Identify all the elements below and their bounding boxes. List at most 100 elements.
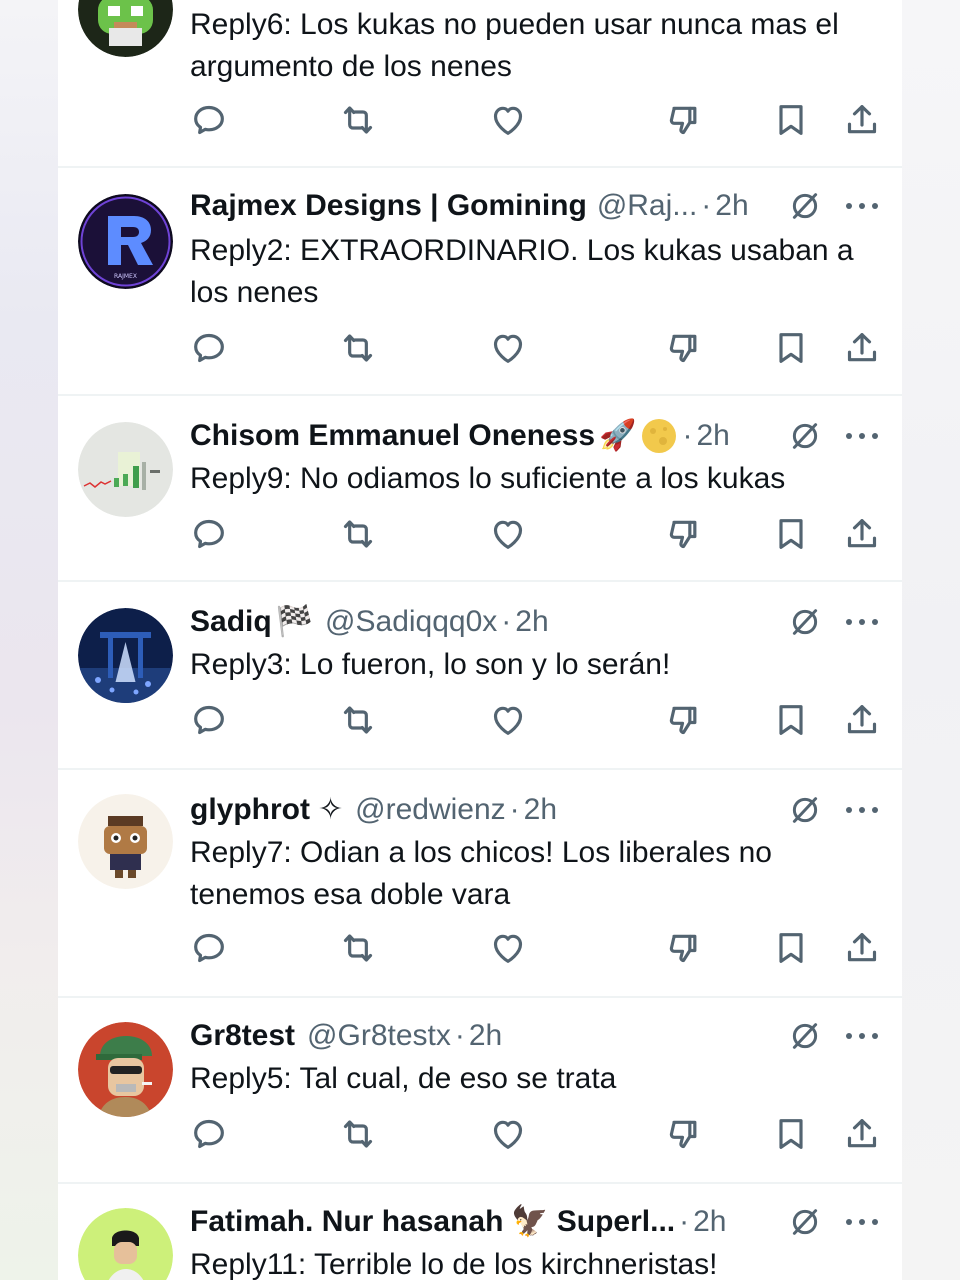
share-icon[interactable] bbox=[842, 514, 882, 554]
downvote-icon[interactable] bbox=[664, 700, 704, 740]
timestamp[interactable]: 2h bbox=[696, 416, 729, 456]
author-handle[interactable]: @redwienz bbox=[355, 790, 506, 830]
timestamp[interactable]: 2h bbox=[693, 1202, 726, 1242]
reply-header: Rajmex Designs | Gomining @Raj... · 2h bbox=[190, 186, 880, 226]
separator-dot: · bbox=[682, 419, 693, 452]
retweet-icon[interactable] bbox=[338, 328, 378, 368]
reply-item[interactable]: glyphrot ✧ @redwienz · 2h Reply7: Odian … bbox=[58, 770, 902, 998]
avatar[interactable] bbox=[78, 1208, 173, 1280]
downvote-icon[interactable] bbox=[664, 328, 704, 368]
downvote-icon[interactable] bbox=[664, 1114, 704, 1154]
reply-header: Fatimah. Nur hasanah 🦅 Superl... · 2h bbox=[190, 1202, 880, 1242]
author-handle[interactable]: Superl... bbox=[557, 1202, 675, 1242]
bookmark-icon[interactable] bbox=[771, 100, 811, 140]
avatar[interactable] bbox=[78, 422, 173, 517]
retweet-icon[interactable] bbox=[338, 928, 378, 968]
reply-actions bbox=[58, 1114, 902, 1154]
reply-item[interactable]: Fatimah. Nur hasanah 🦅 Superl... · 2h Re… bbox=[58, 1184, 902, 1280]
reply-actions bbox=[58, 514, 902, 554]
author-handle[interactable]: @Raj... bbox=[597, 186, 697, 226]
reply-text: Reply2: EXTRAORDINARIO. Los kukas usaban… bbox=[190, 234, 854, 309]
rocket-emoji: 🚀 bbox=[599, 419, 637, 452]
grok-icon[interactable] bbox=[788, 605, 822, 639]
reply-header: Sadiq 🏁 @Sadiqqq0x · 2h bbox=[190, 602, 880, 642]
separator-dot: · bbox=[509, 793, 520, 826]
like-icon[interactable] bbox=[488, 328, 528, 368]
reply-item[interactable]: Sadiq 🏁 @Sadiqqq0x · 2h Reply3: Lo fuero… bbox=[58, 582, 902, 770]
bookmark-icon[interactable] bbox=[771, 928, 811, 968]
more-icon[interactable] bbox=[844, 431, 880, 441]
chequered-flag-emoji: 🏁 bbox=[275, 605, 314, 638]
grok-icon[interactable] bbox=[788, 189, 822, 223]
like-icon[interactable] bbox=[488, 514, 528, 554]
retweet-icon[interactable] bbox=[338, 514, 378, 554]
share-icon[interactable] bbox=[842, 1114, 882, 1154]
timestamp[interactable]: 2h bbox=[715, 186, 748, 226]
more-icon[interactable] bbox=[844, 1217, 880, 1227]
more-icon[interactable] bbox=[844, 201, 880, 211]
reply-text: Reply3: Lo fueron, lo son y lo serán! bbox=[190, 648, 671, 681]
author-name[interactable]: Chisom Emmanuel Oneness bbox=[190, 416, 595, 456]
svg-text:RAJMEX: RAJMEX bbox=[114, 273, 137, 280]
reply-item[interactable]: Gr8test @Gr8testx · 2h Reply5: Tal cual,… bbox=[58, 998, 902, 1184]
page-background-right bbox=[902, 0, 960, 1280]
avatar[interactable] bbox=[78, 0, 173, 57]
reply-icon[interactable] bbox=[189, 100, 229, 140]
more-icon[interactable] bbox=[844, 617, 880, 627]
separator-dot: · bbox=[679, 1205, 690, 1238]
avatar[interactable] bbox=[78, 608, 173, 703]
separator-dot: · bbox=[701, 189, 712, 222]
retweet-icon[interactable] bbox=[338, 1114, 378, 1154]
reply-icon[interactable] bbox=[189, 928, 229, 968]
reply-icon[interactable] bbox=[189, 514, 229, 554]
avatar[interactable] bbox=[78, 794, 173, 889]
bookmark-icon[interactable] bbox=[771, 514, 811, 554]
share-icon[interactable] bbox=[842, 328, 882, 368]
author-name[interactable]: Sadiq bbox=[190, 602, 272, 642]
reply-item[interactable]: Chisom Emmanuel Oneness 🚀 · 2h Reply9: N… bbox=[58, 396, 902, 582]
share-icon[interactable] bbox=[842, 928, 882, 968]
sparkle-emoji: ✧ bbox=[318, 793, 344, 826]
reply-text: Reply5: Tal cual, de eso se trata bbox=[190, 1062, 617, 1095]
author-name[interactable]: Fatimah. Nur hasanah bbox=[190, 1202, 503, 1242]
avatar[interactable]: RAJMEX bbox=[78, 194, 173, 289]
bookmark-icon[interactable] bbox=[771, 1114, 811, 1154]
author-handle[interactable]: @Sadiqqq0x bbox=[325, 602, 497, 642]
downvote-icon[interactable] bbox=[664, 100, 704, 140]
share-icon[interactable] bbox=[842, 700, 882, 740]
downvote-icon[interactable] bbox=[664, 514, 704, 554]
grok-icon[interactable] bbox=[788, 419, 822, 453]
like-icon[interactable] bbox=[488, 100, 528, 140]
retweet-icon[interactable] bbox=[338, 700, 378, 740]
author-name[interactable]: Gr8test bbox=[190, 1016, 295, 1056]
reply-item[interactable]: RAJMEX Rajmex Designs | Gomining @Raj...… bbox=[58, 168, 902, 396]
reply-text: Reply9: No odiamos lo suficiente a los k… bbox=[190, 462, 786, 495]
timestamp[interactable]: 2h bbox=[524, 790, 557, 830]
grok-icon[interactable] bbox=[788, 793, 822, 827]
reply-icon[interactable] bbox=[189, 328, 229, 368]
eagle-emoji: 🦅 bbox=[511, 1205, 549, 1238]
author-name[interactable]: glyphrot bbox=[190, 790, 310, 830]
more-icon[interactable] bbox=[844, 805, 880, 815]
like-icon[interactable] bbox=[488, 1114, 528, 1154]
downvote-icon[interactable] bbox=[664, 928, 704, 968]
author-handle[interactable]: @Gr8testx bbox=[307, 1016, 451, 1056]
bookmark-icon[interactable] bbox=[771, 328, 811, 368]
reply-item[interactable]: Reply6: Los kukas no pueden usar nunca m… bbox=[58, 0, 902, 168]
bookmark-icon[interactable] bbox=[771, 700, 811, 740]
timestamp[interactable]: 2h bbox=[515, 602, 548, 642]
moon-emoji-icon bbox=[642, 419, 677, 453]
timestamp[interactable]: 2h bbox=[469, 1016, 502, 1056]
reply-text: Reply6: Los kukas no pueden usar nunca m… bbox=[190, 8, 839, 83]
grok-icon[interactable] bbox=[788, 1205, 822, 1239]
like-icon[interactable] bbox=[488, 928, 528, 968]
avatar[interactable] bbox=[78, 1022, 173, 1117]
more-icon[interactable] bbox=[844, 1031, 880, 1041]
reply-icon[interactable] bbox=[189, 1114, 229, 1154]
retweet-icon[interactable] bbox=[338, 100, 378, 140]
grok-icon[interactable] bbox=[788, 1019, 822, 1053]
like-icon[interactable] bbox=[488, 700, 528, 740]
reply-icon[interactable] bbox=[189, 700, 229, 740]
author-name[interactable]: Rajmex Designs | Gomining bbox=[190, 186, 587, 226]
share-icon[interactable] bbox=[842, 100, 882, 140]
